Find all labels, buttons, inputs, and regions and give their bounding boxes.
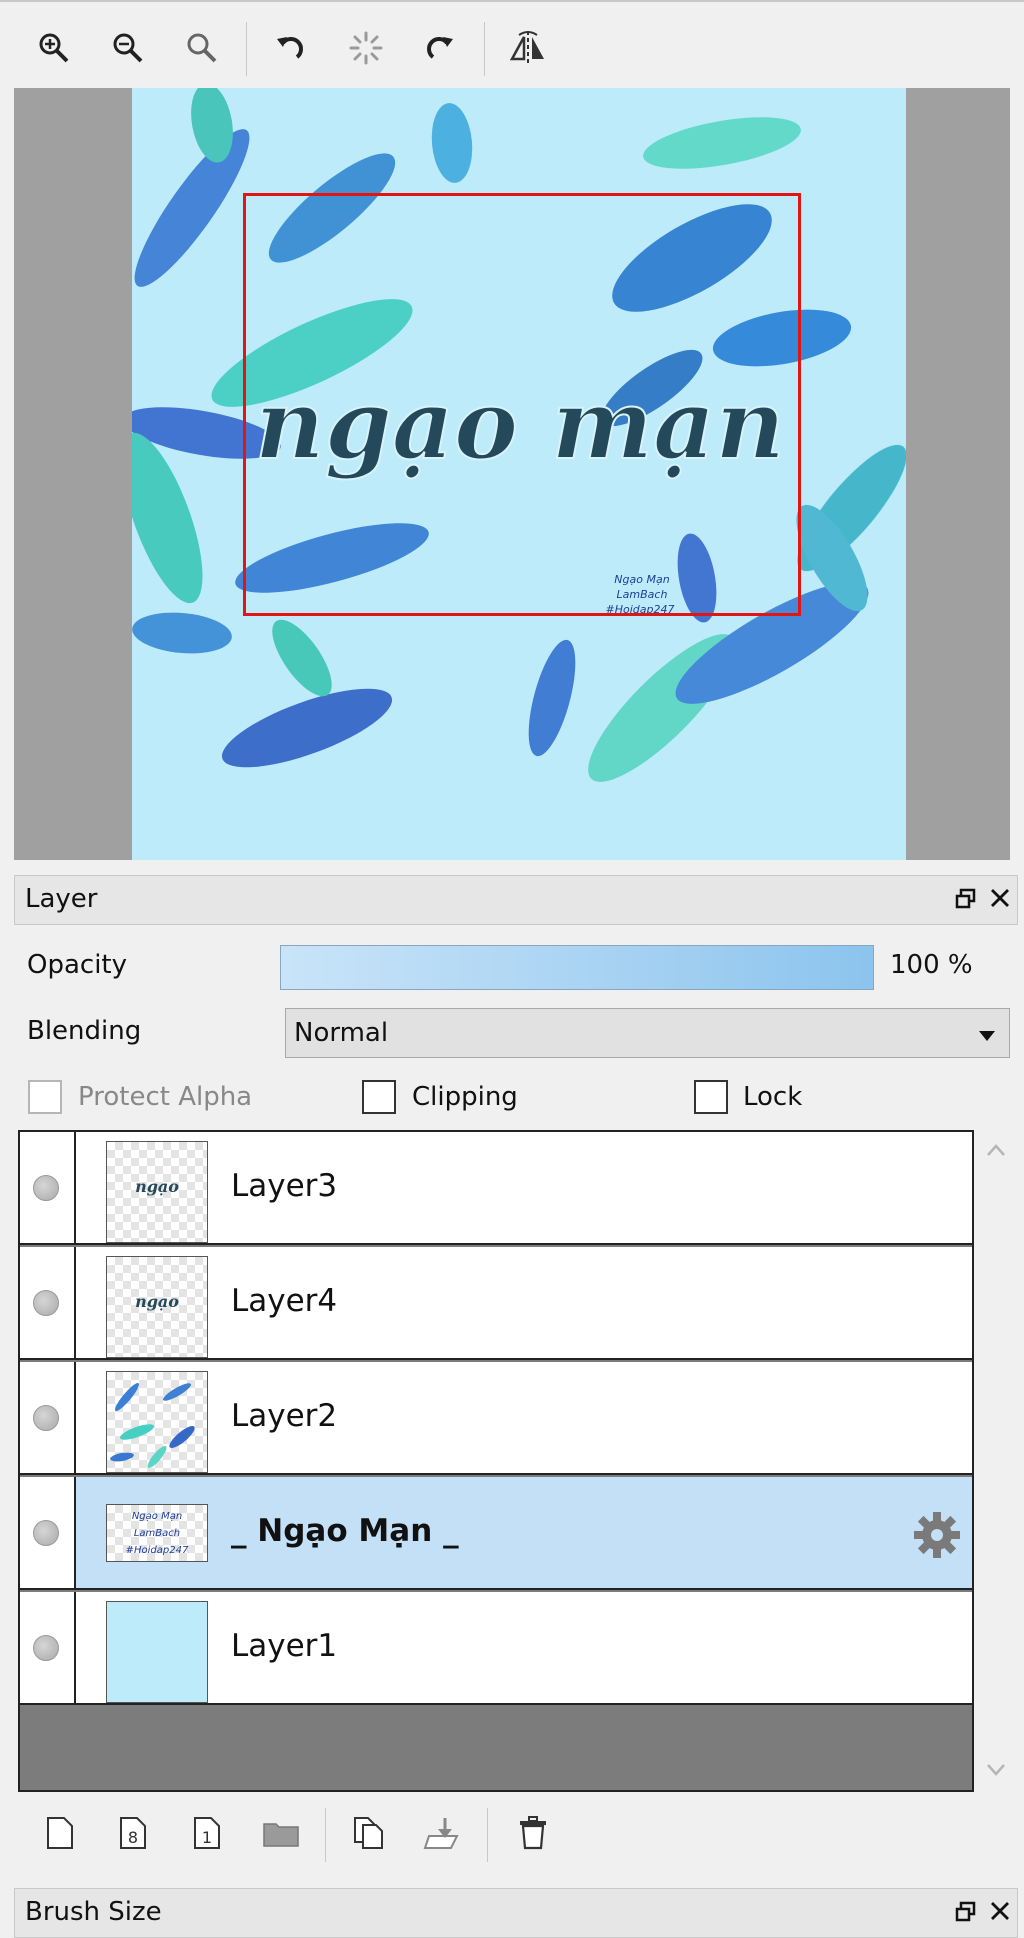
flip-horizontal-icon[interactable] xyxy=(504,24,552,72)
gear-icon[interactable] xyxy=(912,1510,962,1564)
layer-thumbnail: ngạo xyxy=(106,1256,208,1358)
layer-actions-toolbar: 8 1 xyxy=(0,1800,1024,1870)
layer-name: Layer2 xyxy=(231,1398,338,1434)
float-panel-icon[interactable] xyxy=(955,888,977,914)
zoom-out-icon[interactable] xyxy=(104,24,152,72)
layer-name: Layer4 xyxy=(231,1283,338,1319)
svg-text:Ngạo Mạn: Ngạo Mạn xyxy=(132,1511,182,1522)
brush-size-panel-header: Brush Size xyxy=(14,1888,1018,1938)
protect-alpha-checkbox[interactable] xyxy=(28,1080,62,1114)
layer-list-scrollbar[interactable] xyxy=(976,1130,1016,1792)
layer-thumbnail xyxy=(106,1371,208,1473)
rotate-reset-icon[interactable] xyxy=(342,24,390,72)
navigator-canvas[interactable]: ngạo mạn Ngạo Mạn LamBach #Hoidap247 xyxy=(14,88,1010,860)
blending-value: Normal xyxy=(294,1018,389,1048)
new-1bit-layer-icon[interactable]: 1 xyxy=(184,1810,230,1856)
layer-thumbnail xyxy=(106,1601,208,1703)
visibility-toggle-icon[interactable] xyxy=(33,1405,59,1431)
chevron-down-icon xyxy=(978,1027,996,1046)
clipping-label: Clipping xyxy=(412,1082,518,1112)
layer-panel-title: Layer xyxy=(25,884,98,914)
opacity-slider[interactable] xyxy=(280,945,874,990)
visibility-toggle-icon[interactable] xyxy=(33,1635,59,1661)
brush-size-panel-title: Brush Size xyxy=(25,1897,162,1927)
svg-text:LamBach: LamBach xyxy=(134,1528,180,1539)
new-layer-icon[interactable] xyxy=(37,1810,83,1856)
svg-text:#Hoidap247: #Hoidap247 xyxy=(126,1545,189,1556)
rotate-left-icon[interactable] xyxy=(266,24,314,72)
layer-list[interactable]: ngạo Layer3 ngạo Layer4 Layer2 Ngạo Mạn … xyxy=(18,1130,974,1792)
lock-label: Lock xyxy=(743,1082,803,1112)
svg-text:ngạo: ngạo xyxy=(135,1177,179,1196)
visibility-toggle-icon[interactable] xyxy=(33,1175,59,1201)
opacity-value: 100 % xyxy=(890,950,973,980)
delete-layer-icon[interactable] xyxy=(510,1810,556,1856)
layer-row[interactable]: ngạo Layer4 xyxy=(20,1247,972,1360)
navigator-toolbar xyxy=(0,0,1024,90)
navigator-view-rectangle[interactable] xyxy=(243,193,801,616)
scroll-up-icon[interactable] xyxy=(986,1142,1006,1161)
zoom-reset-icon[interactable] xyxy=(178,24,226,72)
visibility-toggle-icon[interactable] xyxy=(33,1520,59,1546)
float-panel-icon[interactable] xyxy=(955,1901,977,1927)
artwork-preview: ngạo mạn Ngạo Mạn LamBach #Hoidap247 xyxy=(132,88,906,860)
lock-checkbox[interactable] xyxy=(694,1080,728,1114)
layer-row[interactable]: Layer2 xyxy=(20,1362,972,1475)
protect-alpha-label: Protect Alpha xyxy=(78,1082,253,1112)
layer-thumbnail: Ngạo Mạn LamBach #Hoidap247 xyxy=(106,1504,208,1562)
layer-thumbnail: ngạo xyxy=(106,1141,208,1243)
duplicate-layer-icon[interactable] xyxy=(346,1810,392,1856)
clipping-checkbox[interactable] xyxy=(362,1080,396,1114)
layer-row[interactable]: Layer1 xyxy=(20,1592,972,1705)
zoom-in-icon[interactable] xyxy=(30,24,78,72)
layer-name: _ Ngạo Mạn _ xyxy=(231,1513,459,1549)
layer-row-selected[interactable]: Ngạo Mạn LamBach #Hoidap247 _ Ngạo Mạn _ xyxy=(20,1477,972,1590)
new-8bit-layer-icon[interactable]: 8 xyxy=(110,1810,156,1856)
close-panel-icon[interactable] xyxy=(989,1900,1011,1926)
new-folder-icon[interactable] xyxy=(258,1810,304,1856)
layer-name: Layer3 xyxy=(231,1168,338,1204)
layer-panel-header: Layer xyxy=(14,875,1018,925)
blending-dropdown[interactable]: Normal xyxy=(285,1008,1010,1058)
svg-text:ngạo: ngạo xyxy=(135,1292,179,1311)
close-panel-icon[interactable] xyxy=(989,887,1011,913)
blending-label: Blending xyxy=(27,1016,142,1046)
scroll-down-icon[interactable] xyxy=(986,1762,1006,1781)
layer-row[interactable]: ngạo Layer3 xyxy=(20,1132,972,1245)
svg-text:1: 1 xyxy=(202,1828,212,1847)
visibility-toggle-icon[interactable] xyxy=(33,1290,59,1316)
opacity-label: Opacity xyxy=(27,950,128,980)
layer-name: Layer1 xyxy=(231,1628,338,1664)
svg-text:8: 8 xyxy=(128,1828,138,1847)
rotate-right-icon[interactable] xyxy=(416,24,464,72)
merge-down-icon[interactable] xyxy=(420,1810,466,1856)
